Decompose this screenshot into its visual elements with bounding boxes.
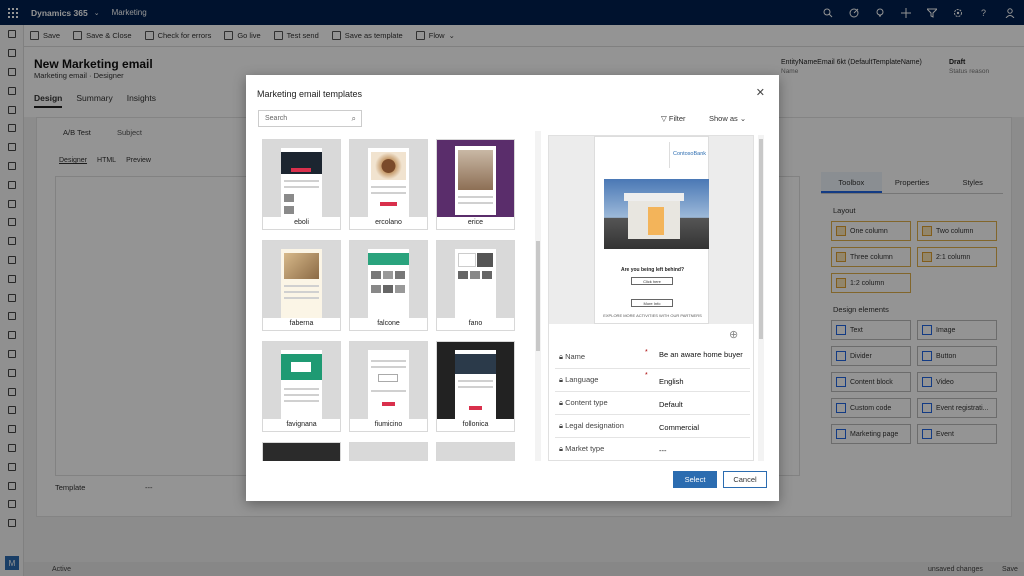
lock-icon: 🔒︎ bbox=[559, 421, 563, 430]
template-thumbnail bbox=[263, 140, 340, 217]
close-icon[interactable]: ✕ bbox=[756, 86, 765, 99]
template-card[interactable]: favignana bbox=[262, 341, 341, 432]
template-thumbnail bbox=[437, 443, 514, 461]
show-as-dropdown[interactable]: Show as ⌄ bbox=[709, 114, 746, 123]
templates-dialog: Marketing email templates ✕ Search ⌕ ▽ F… bbox=[246, 75, 779, 501]
field-row: 🔒︎ Language * English bbox=[555, 369, 750, 392]
template-card[interactable]: faberna bbox=[262, 240, 341, 331]
field-row: 🔒︎ Market type --- bbox=[559, 444, 667, 455]
dialog-title: Marketing email templates bbox=[257, 89, 363, 99]
lock-icon: 🔒︎ bbox=[559, 352, 563, 361]
template-card[interactable]: eboli bbox=[262, 139, 341, 230]
template-preview: ContosoBank Are you being left behind? C… bbox=[548, 135, 754, 461]
chevron-down-icon: ⌄ bbox=[739, 114, 747, 123]
cancel-button[interactable]: Cancel bbox=[723, 471, 767, 488]
template-card[interactable]: follonica bbox=[436, 341, 515, 432]
template-card[interactable]: fiumicino bbox=[349, 341, 428, 432]
preview-heading: Are you being left behind? bbox=[620, 267, 685, 273]
template-thumbnail bbox=[263, 443, 340, 461]
zoom-icon[interactable]: ⊕ bbox=[729, 328, 738, 341]
lock-icon: 🔒︎ bbox=[559, 444, 563, 453]
template-thumbnail bbox=[437, 241, 514, 318]
template-thumbnail bbox=[263, 342, 340, 419]
template-thumbnail bbox=[350, 241, 427, 318]
template-gallery: eboli ercolano erice faberna falcone fan… bbox=[258, 135, 534, 461]
lock-icon: 🔒︎ bbox=[559, 375, 563, 384]
field-row: 🔒︎ Legal designation Commercial bbox=[555, 415, 750, 438]
template-card[interactable] bbox=[436, 442, 515, 461]
hero-image bbox=[604, 179, 709, 249]
template-card[interactable]: fano bbox=[436, 240, 515, 331]
template-thumbnail bbox=[350, 443, 427, 461]
template-thumbnail bbox=[437, 140, 514, 217]
preview-button-click: Click here bbox=[631, 277, 673, 285]
preview-scrollbar[interactable] bbox=[758, 135, 764, 461]
preview-button-more: More Info bbox=[631, 299, 673, 307]
filter-button[interactable]: ▽ Filter bbox=[661, 114, 686, 123]
email-preview: ContosoBank Are you being left behind? C… bbox=[594, 136, 709, 324]
filter-icon: ▽ bbox=[661, 114, 667, 123]
template-fields: 🔒︎ Name * Be an aware home buyer 🔒︎ Lang… bbox=[555, 346, 750, 460]
template-card[interactable]: falcone bbox=[349, 240, 428, 331]
template-search-input[interactable]: Search ⌕ bbox=[258, 110, 362, 127]
lock-icon: 🔒︎ bbox=[559, 398, 563, 407]
field-row: 🔒︎ Name * Be an aware home buyer bbox=[555, 346, 750, 369]
field-row: 🔒︎ Content type Default bbox=[555, 392, 750, 415]
template-card[interactable] bbox=[349, 442, 428, 461]
template-card[interactable]: ercolano bbox=[349, 139, 428, 230]
template-thumbnail bbox=[437, 342, 514, 419]
select-button[interactable]: Select bbox=[673, 471, 717, 488]
template-thumbnail bbox=[263, 241, 340, 318]
brand-logo: ContosoBank bbox=[669, 142, 709, 168]
gallery-scrollbar[interactable] bbox=[535, 131, 541, 461]
template-thumbnail bbox=[350, 140, 427, 217]
template-card[interactable]: erice bbox=[436, 139, 515, 230]
template-card[interactable] bbox=[262, 442, 341, 461]
preview-footer: EXPLORE MORE ACTIVITIES WITH OUR PARTNER… bbox=[603, 313, 702, 318]
template-thumbnail bbox=[350, 342, 427, 419]
search-icon[interactable]: ⌕ bbox=[352, 114, 356, 124]
